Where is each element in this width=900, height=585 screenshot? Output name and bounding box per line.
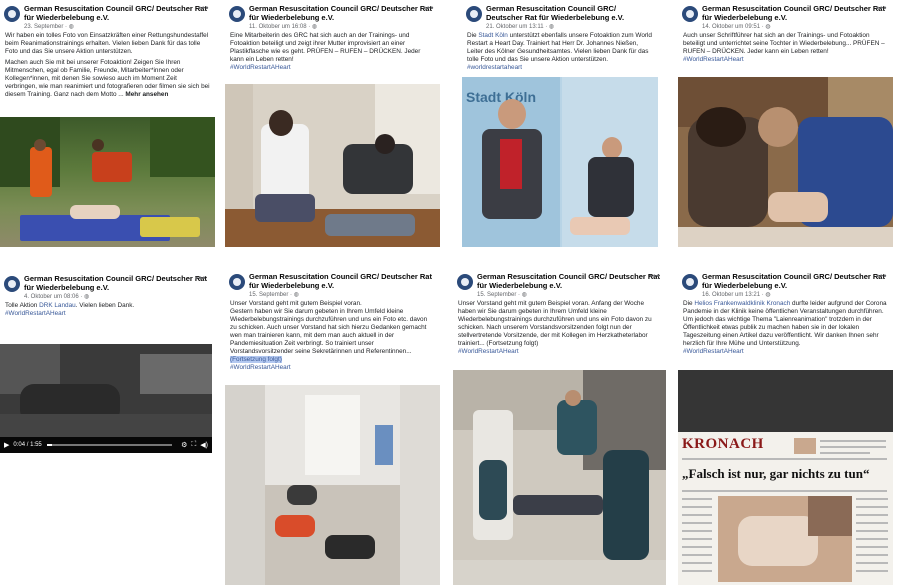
- more-options-icon[interactable]: •••: [423, 3, 434, 13]
- video-controls: ▶ 0:04 / 1:55 ⚙ ⛶ ◀): [0, 437, 212, 453]
- post-author[interactable]: German Resuscitation Council GRC/ Deutsc…: [24, 4, 211, 22]
- page-avatar[interactable]: [682, 274, 698, 290]
- post-text: Eine Mitarbeiterin des GRC hat sich auch…: [230, 32, 421, 63]
- globe-icon: ◍: [68, 24, 74, 30]
- fullscreen-icon[interactable]: ⛶: [191, 441, 196, 449]
- page-avatar[interactable]: [682, 6, 698, 22]
- globe-icon: ◍: [765, 24, 771, 30]
- post-date[interactable]: 11. Oktober um 16:08 · ◍: [249, 23, 436, 31]
- more-options-icon[interactable]: •••: [198, 3, 209, 13]
- page-avatar[interactable]: [4, 6, 20, 22]
- more-options-icon[interactable]: •••: [649, 271, 660, 281]
- post-author[interactable]: German Resuscitation Council GRC/ Deutsc…: [249, 272, 436, 290]
- post-photo[interactable]: Stadt Köln: [462, 77, 658, 247]
- newspaper-clipping[interactable]: KRONACH „Falsch ist nur, gar nichts zu t…: [678, 370, 893, 585]
- post-text: Unser Vorstand geht mit gutem Beispiel v…: [458, 300, 652, 347]
- more-options-icon[interactable]: •••: [876, 3, 887, 13]
- newspaper-headline: „Falsch ist nur, gar nichts zu tun“: [682, 466, 870, 481]
- hashtag-link[interactable]: #WorldRestartAHeart: [0, 310, 212, 318]
- page-avatar[interactable]: [229, 6, 245, 22]
- post-card-1: German Resuscitation Council GRC/ Deutsc…: [0, 0, 215, 247]
- post-photo[interactable]: [453, 370, 666, 585]
- post-date[interactable]: 4. Oktober um 08:06 · ◍: [24, 293, 208, 301]
- post-text: Tolle Aktion DRK Landau. Vielen lieben D…: [5, 302, 135, 309]
- globe-icon: ◍: [311, 24, 318, 30]
- page-avatar[interactable]: [457, 274, 473, 290]
- post-author[interactable]: German Resuscitation Council GRC/ Deutsc…: [477, 272, 662, 290]
- post-card-7: German Resuscitation Council GRC/ Deutsc…: [453, 268, 666, 585]
- post-text: Die Helios Frankenwaldklinik Kronach dur…: [683, 300, 887, 347]
- post-header: German Resuscitation Council GRC/ Deutsc…: [225, 268, 440, 298]
- more-options-icon[interactable]: •••: [195, 273, 206, 283]
- post-text: Die Stadt Köln unterstützt ebenfalls uns…: [467, 32, 652, 63]
- post-photo[interactable]: [225, 84, 440, 247]
- mention-link[interactable]: Stadt Köln: [478, 32, 508, 39]
- post-card-5: German Resuscitation Council GRC/ Deutsc…: [0, 270, 212, 453]
- page-avatar[interactable]: [466, 6, 482, 22]
- post-author[interactable]: German Resuscitation Council GRC/ Deutsc…: [702, 272, 889, 290]
- post-photo[interactable]: [225, 385, 440, 585]
- newspaper-photo: [718, 496, 852, 582]
- post-header: German Resuscitation Council GRC/ Deutsc…: [453, 268, 666, 298]
- post-date[interactable]: 15. September · ◍: [477, 291, 662, 299]
- post-card-3: German Resuscitation Council GRC/ Deutsc…: [462, 0, 658, 247]
- hashtag-link[interactable]: #WorldRestartAHeart: [453, 348, 666, 356]
- post-header: German Resuscitation Council GRC/ Deutsc…: [678, 0, 893, 30]
- post-text: Auch unser Schriftführer hat sich an der…: [683, 32, 885, 55]
- see-more-link[interactable]: Mehr ansehen: [125, 91, 168, 98]
- video-time: 0:04 / 1:55: [13, 442, 42, 448]
- page-avatar[interactable]: [4, 276, 20, 292]
- globe-icon: ◍: [548, 24, 555, 30]
- post-photo[interactable]: [0, 117, 215, 247]
- settings-icon[interactable]: ⚙: [181, 441, 187, 449]
- post-author[interactable]: German Resuscitation Council GRC/ Deutsc…: [249, 4, 436, 22]
- continued-text: (Fortsetzung folgt): [230, 356, 282, 363]
- post-date[interactable]: 21. Oktober um 13:11 · ◍: [486, 23, 654, 31]
- post-text: Wir haben ein tolles Foto von Einsatzkrä…: [5, 32, 210, 98]
- post-author[interactable]: German Resuscitation Council GRC/ Deutsc…: [702, 4, 889, 22]
- post-date[interactable]: 16. Oktober um 13:21 · ◍: [702, 291, 889, 299]
- globe-icon: ◍: [84, 294, 90, 300]
- hashtag-link[interactable]: #WorldRestartAHeart: [225, 64, 440, 72]
- post-date[interactable]: 23. September · ◍: [24, 23, 211, 31]
- post-header: German Resuscitation Council GRC/ Deutsc…: [462, 0, 658, 30]
- globe-icon: ◍: [521, 292, 527, 298]
- post-header: German Resuscitation Council GRC/ Deutsc…: [225, 0, 440, 30]
- mention-link[interactable]: DRK Landau: [39, 302, 76, 309]
- post-header: German Resuscitation Council GRC/ Deutsc…: [0, 0, 215, 30]
- post-photo[interactable]: [678, 77, 893, 247]
- post-card-2: German Resuscitation Council GRC/ Deutsc…: [225, 0, 440, 247]
- page-avatar[interactable]: [229, 274, 245, 290]
- post-author[interactable]: German Resuscitation Council GRC/ Deutsc…: [486, 4, 654, 22]
- globe-icon: ◍: [293, 292, 299, 298]
- play-icon[interactable]: ▶: [4, 441, 9, 449]
- post-card-6: German Resuscitation Council GRC/ Deutsc…: [225, 268, 440, 585]
- mention-link[interactable]: Helios Frankenwaldklinik Kronach: [694, 300, 790, 307]
- post-author[interactable]: German Resuscitation Council GRC/ Deutsc…: [24, 274, 208, 292]
- hashtag-link[interactable]: #WorldRestartAHeart: [678, 348, 893, 356]
- post-date[interactable]: 14. Oktober um 09:51 · ◍: [702, 23, 889, 31]
- post-date[interactable]: 15. September · ◍: [249, 291, 436, 299]
- more-options-icon[interactable]: •••: [876, 271, 887, 281]
- post-header: German Resuscitation Council GRC/ Deutsc…: [678, 268, 893, 298]
- hashtag-link[interactable]: #worldrestartaheart: [462, 64, 658, 72]
- post-header: German Resuscitation Council GRC/ Deutsc…: [0, 270, 212, 300]
- post-card-8: German Resuscitation Council GRC/ Deutsc…: [678, 268, 893, 585]
- post-card-4: German Resuscitation Council GRC/ Deutsc…: [678, 0, 893, 247]
- video-progress-bar[interactable]: [46, 444, 173, 446]
- volume-icon[interactable]: ◀): [200, 441, 208, 449]
- post-text: Unser Vorstand geht mit gutem Beispiel v…: [230, 300, 428, 363]
- video-player[interactable]: ▶ 0:04 / 1:55 ⚙ ⛶ ◀): [0, 344, 212, 453]
- globe-icon: ◍: [765, 292, 771, 298]
- newspaper-section: KRONACH „Falsch ist nur, gar nichts zu t…: [678, 432, 893, 585]
- hashtag-link[interactable]: #WorldRestartAHeart: [678, 56, 893, 64]
- hashtag-link[interactable]: #WorldRestartAHeart: [225, 364, 440, 372]
